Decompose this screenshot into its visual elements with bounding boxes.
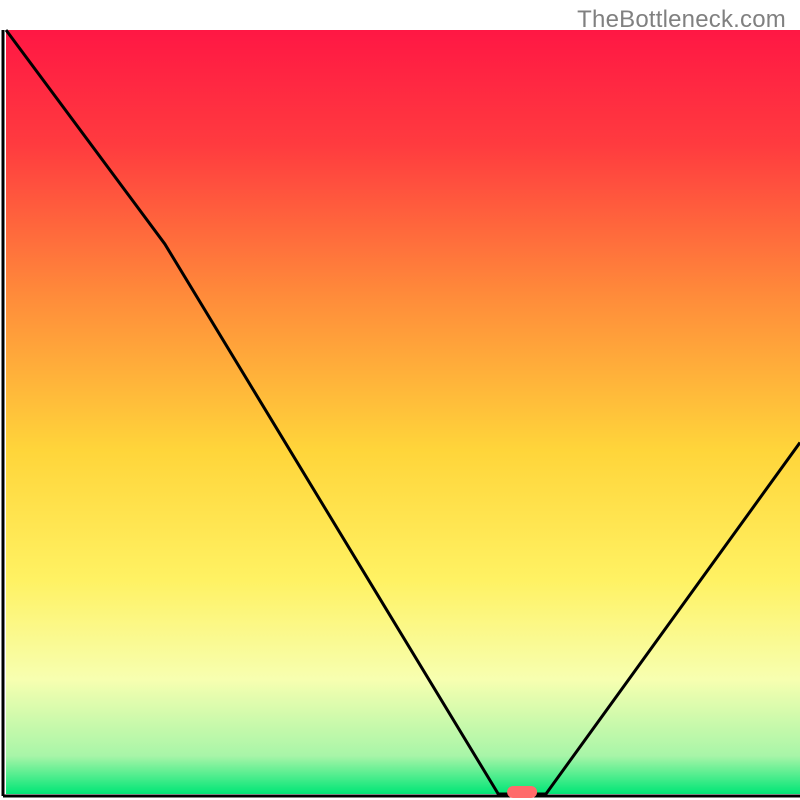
plot-background bbox=[6, 30, 800, 794]
chart-svg bbox=[0, 0, 800, 800]
bottleneck-chart: TheBottleneck.com bbox=[0, 0, 800, 800]
optimal-marker bbox=[507, 786, 537, 798]
watermark-text: TheBottleneck.com bbox=[577, 6, 786, 34]
